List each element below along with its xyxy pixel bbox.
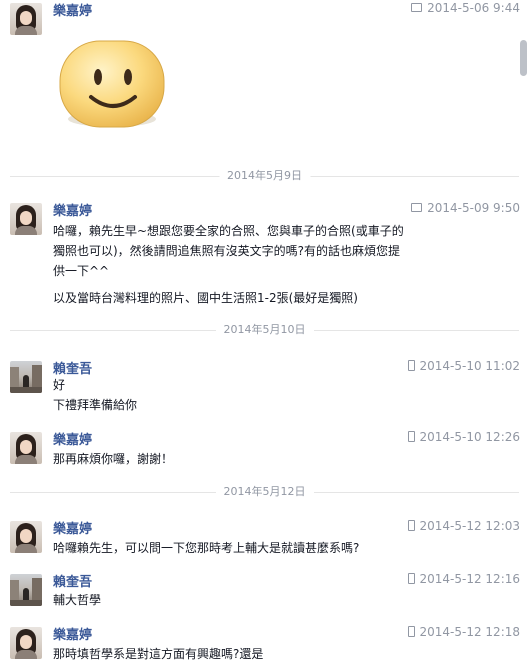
phone-icon: [407, 573, 415, 584]
message-line: 輔大哲學: [53, 593, 102, 607]
avatar[interactable]: [10, 361, 42, 393]
phone-icon: [407, 520, 415, 531]
phone-icon: [407, 360, 415, 371]
sender-name[interactable]: 樂嘉婷: [53, 624, 92, 643]
chat-icon: [411, 203, 423, 212]
message-timestamp: 2014-5-09 9:50: [411, 201, 520, 215]
message-line: 哈囉賴先生，可以問一下您那時考上輔大是就讀甚麼系嗎?: [53, 541, 360, 555]
sender-name[interactable]: 樂嘉婷: [53, 0, 92, 19]
message-line: 獨照也可以)，然後請問追焦照有沒英文字的嗎?有的話也麻煩您提: [53, 244, 401, 258]
chat-icon: [411, 3, 423, 12]
message-line: 以及當時台灣料理的照片、國中生活照1-2張(最好是獨照): [53, 291, 358, 305]
message-line: 好: [53, 378, 66, 392]
phone-icon: [407, 626, 415, 637]
message-timestamp: 2014-5-10 12:26: [407, 430, 520, 444]
message-line: 供一下^^: [53, 264, 110, 278]
message-thread: 樂嘉婷 2014-5-06 9:44 2014年5月9日 樂嘉婷 2014-5-…: [0, 0, 529, 661]
avatar[interactable]: [10, 3, 42, 35]
message-timestamp: 2014-5-12 12:18: [407, 625, 520, 639]
avatar[interactable]: [10, 627, 42, 659]
message-timestamp: 2014-5-10 11:02: [407, 359, 520, 373]
avatar[interactable]: [10, 521, 42, 553]
date-divider: 2014年5月10日: [10, 323, 519, 337]
message-line: 下禮拜準備給你: [53, 398, 138, 412]
scrollbar-thumb[interactable]: [520, 40, 527, 76]
phone-icon: [407, 431, 415, 442]
scrollbar[interactable]: [519, 0, 529, 659]
message-line: 哈囉，賴先生早~想跟您要全家的合照、您與車子的合照(或車子的: [53, 224, 404, 238]
message-timestamp: 2014-5-12 12:03: [407, 519, 520, 533]
avatar[interactable]: [10, 432, 42, 464]
smiley-face-sticker: [59, 40, 165, 128]
message-timestamp: 2014-5-12 12:16: [407, 572, 520, 586]
date-divider: 2014年5月12日: [10, 485, 519, 499]
sender-name[interactable]: 樂嘉婷: [53, 200, 92, 219]
message-line: 那再麻煩你囉，謝謝！: [53, 452, 174, 466]
message-timestamp: 2014-5-06 9:44: [411, 1, 520, 15]
sender-name[interactable]: 樂嘉婷: [53, 429, 92, 448]
sender-name[interactable]: 賴奎吾: [53, 571, 92, 590]
sender-name[interactable]: 樂嘉婷: [53, 518, 92, 537]
avatar[interactable]: [10, 203, 42, 235]
avatar[interactable]: [10, 574, 42, 606]
message-line: 那時填哲學系是對這方面有興趣嗎?還是: [53, 647, 264, 661]
date-divider: 2014年5月9日: [10, 169, 519, 183]
